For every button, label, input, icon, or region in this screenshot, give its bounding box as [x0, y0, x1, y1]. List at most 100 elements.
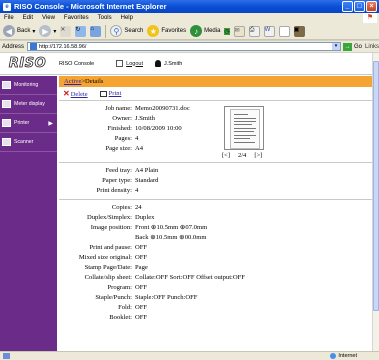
current-user: J.Smith	[154, 60, 183, 67]
address-dropdown-icon[interactable]: ▾	[331, 43, 340, 50]
setting-row: Fold: OFF	[118, 304, 148, 311]
print-action[interactable]: Print	[99, 90, 122, 97]
print-toolbar-icon[interactable]: ⎙	[248, 25, 260, 37]
stop-icon[interactable]: ✕	[60, 25, 72, 37]
sidebar-item-meter-display[interactable]: Meter display	[0, 95, 57, 114]
job-row: Pages: 4	[114, 135, 139, 142]
logout-icon	[116, 60, 124, 67]
mail-icon[interactable]: ✉	[233, 25, 245, 37]
scrollbar-thumb[interactable]	[373, 61, 379, 311]
printer-icon	[2, 119, 11, 127]
setting-row: Image position: Front ⊕10.5mm ⊕07.0mm	[90, 224, 208, 231]
job-row: Job name: Memo20090731.doc	[105, 105, 190, 112]
address-input[interactable]: http://172.16.58.96/ ▾	[27, 42, 341, 51]
page-position: 2/4	[238, 152, 247, 159]
job-info-section: Job name: Memo20090731.doc Owner: J.Smith …	[59, 101, 372, 163]
logout-link-group: Logout	[116, 60, 143, 67]
refresh-icon[interactable]: ↻	[75, 25, 87, 37]
internet-zone-icon	[330, 353, 337, 359]
back-dropdown-icon[interactable]: ▾	[32, 28, 35, 35]
setting-row: Mixed size original: OFF	[78, 254, 148, 261]
print-settings-section: Copies: 24 Duplex/Simplex: Duplex Image po…	[59, 200, 372, 323]
riso-logo: RISO	[8, 56, 47, 72]
media-button[interactable]: ♪ Media	[190, 25, 220, 37]
breadcrumb-active-link[interactable]: Active	[64, 78, 81, 85]
favorites-star-icon: ★	[147, 25, 160, 37]
status-page-icon	[3, 353, 10, 359]
user-name: J.Smith	[163, 60, 183, 67]
paper-row: Paper type: Standard	[102, 177, 159, 184]
setting-row: Staple/Punch: Staple:OFF Punch:OFF	[95, 294, 198, 301]
page-content: RISO RISO Console Logout J.Smith Monitor…	[0, 53, 372, 351]
menu-tools[interactable]: Tools	[98, 15, 112, 21]
edit-icon[interactable]: W	[263, 25, 275, 37]
setting-row: Back ⊕10.5mm ⊕00.0mm	[135, 234, 207, 241]
ie-app-icon: e	[3, 2, 11, 11]
messenger-icon[interactable]: ▣	[293, 25, 305, 37]
go-arrow-icon: →	[342, 42, 352, 51]
job-row: Page size: A4	[105, 145, 144, 152]
delete-action[interactable]: ✕Delete	[63, 89, 88, 98]
menu-favorites[interactable]: Favorites	[64, 15, 89, 21]
minimize-button[interactable]: _	[342, 1, 353, 12]
user-icon	[154, 60, 161, 67]
status-bar: Internet	[0, 351, 379, 360]
media-icon: ♪	[190, 25, 203, 37]
page-preview	[224, 106, 264, 150]
forward-arrow-icon: ▶	[39, 25, 52, 37]
setting-row: Stamp Page/Date: Page	[84, 264, 148, 271]
vertical-scrollbar[interactable]	[372, 53, 379, 351]
paper-section: Feed tray: A4 Plain Paper type: Standard P…	[59, 163, 372, 200]
address-label: Address	[2, 43, 25, 50]
browser-toolbar: ◀ Back ▾ ▶ ▾ ✕ ↻ ⌂ ⚲ Search ★ Favorites …	[0, 23, 379, 40]
close-button[interactable]: ×	[366, 1, 377, 12]
menu-view[interactable]: View	[42, 15, 55, 21]
search-button[interactable]: ⚲ Search	[110, 25, 143, 37]
setting-row: Booklet: OFF	[109, 314, 148, 321]
breadcrumb-current: >Details	[81, 78, 104, 85]
paper-row: Print density: 4	[96, 187, 139, 194]
back-arrow-icon: ◀	[3, 25, 15, 37]
page-thumbnail	[230, 109, 260, 149]
console-header: RISO RISO Console Logout J.Smith	[0, 53, 372, 75]
history-icon[interactable]: ◷	[224, 27, 230, 35]
setting-row: Duplex/Simplex: Duplex	[86, 214, 155, 221]
sidebar: Monitoring Meter display Printer ▶ Scann…	[0, 76, 57, 351]
window-title: RISO Console - Microsoft Internet Explor…	[14, 2, 167, 11]
sidebar-item-scanner[interactable]: Scanner	[0, 133, 57, 152]
search-icon: ⚲	[110, 25, 123, 37]
breadcrumb: Active >Details	[59, 76, 372, 87]
prev-page-button[interactable]: [<]	[222, 152, 230, 159]
job-row: Owner: J.Smith	[112, 115, 155, 122]
forward-button[interactable]: ▶ ▾	[39, 25, 56, 37]
setting-row: Program: OFF	[107, 284, 148, 291]
page-icon	[30, 43, 38, 50]
scanner-icon	[2, 138, 11, 146]
forward-dropdown-icon[interactable]: ▾	[53, 28, 56, 35]
home-icon[interactable]: ⌂	[90, 25, 102, 37]
logout-link[interactable]: Logout	[126, 61, 143, 67]
menu-edit[interactable]: Edit	[23, 15, 33, 21]
windows-logo-icon: ⚑	[363, 13, 377, 23]
menu-file[interactable]: File	[4, 15, 14, 21]
discuss-icon[interactable]	[278, 25, 290, 37]
go-button[interactable]: → Go	[342, 42, 362, 51]
toolbar-separator	[105, 24, 107, 38]
next-page-button[interactable]: [>]	[254, 152, 262, 159]
preview-pager: [<] 2/4 [>]	[222, 152, 262, 159]
sidebar-item-monitoring[interactable]: Monitoring	[0, 76, 57, 95]
setting-row: Copies: 24	[111, 204, 142, 211]
print-link[interactable]: Print	[109, 90, 122, 97]
back-button[interactable]: ◀ Back ▾	[3, 25, 35, 37]
favorites-button[interactable]: ★ Favorites	[147, 25, 186, 37]
job-details-panel: Active >Details ✕Delete Print Job name: M…	[59, 76, 372, 351]
maximize-button[interactable]: □	[354, 1, 365, 12]
menu-help[interactable]: Help	[121, 15, 133, 21]
meter-icon	[2, 100, 11, 108]
delete-link[interactable]: Delete	[71, 91, 88, 98]
setting-row: Collate/slip sheet: Collate:OFF Sort:OFF …	[84, 274, 245, 281]
links-button[interactable]: Links	[365, 44, 379, 50]
sidebar-item-printer[interactable]: Printer ▶	[0, 114, 57, 133]
action-bar: ✕Delete Print	[59, 87, 372, 101]
monitor-icon	[2, 81, 11, 89]
